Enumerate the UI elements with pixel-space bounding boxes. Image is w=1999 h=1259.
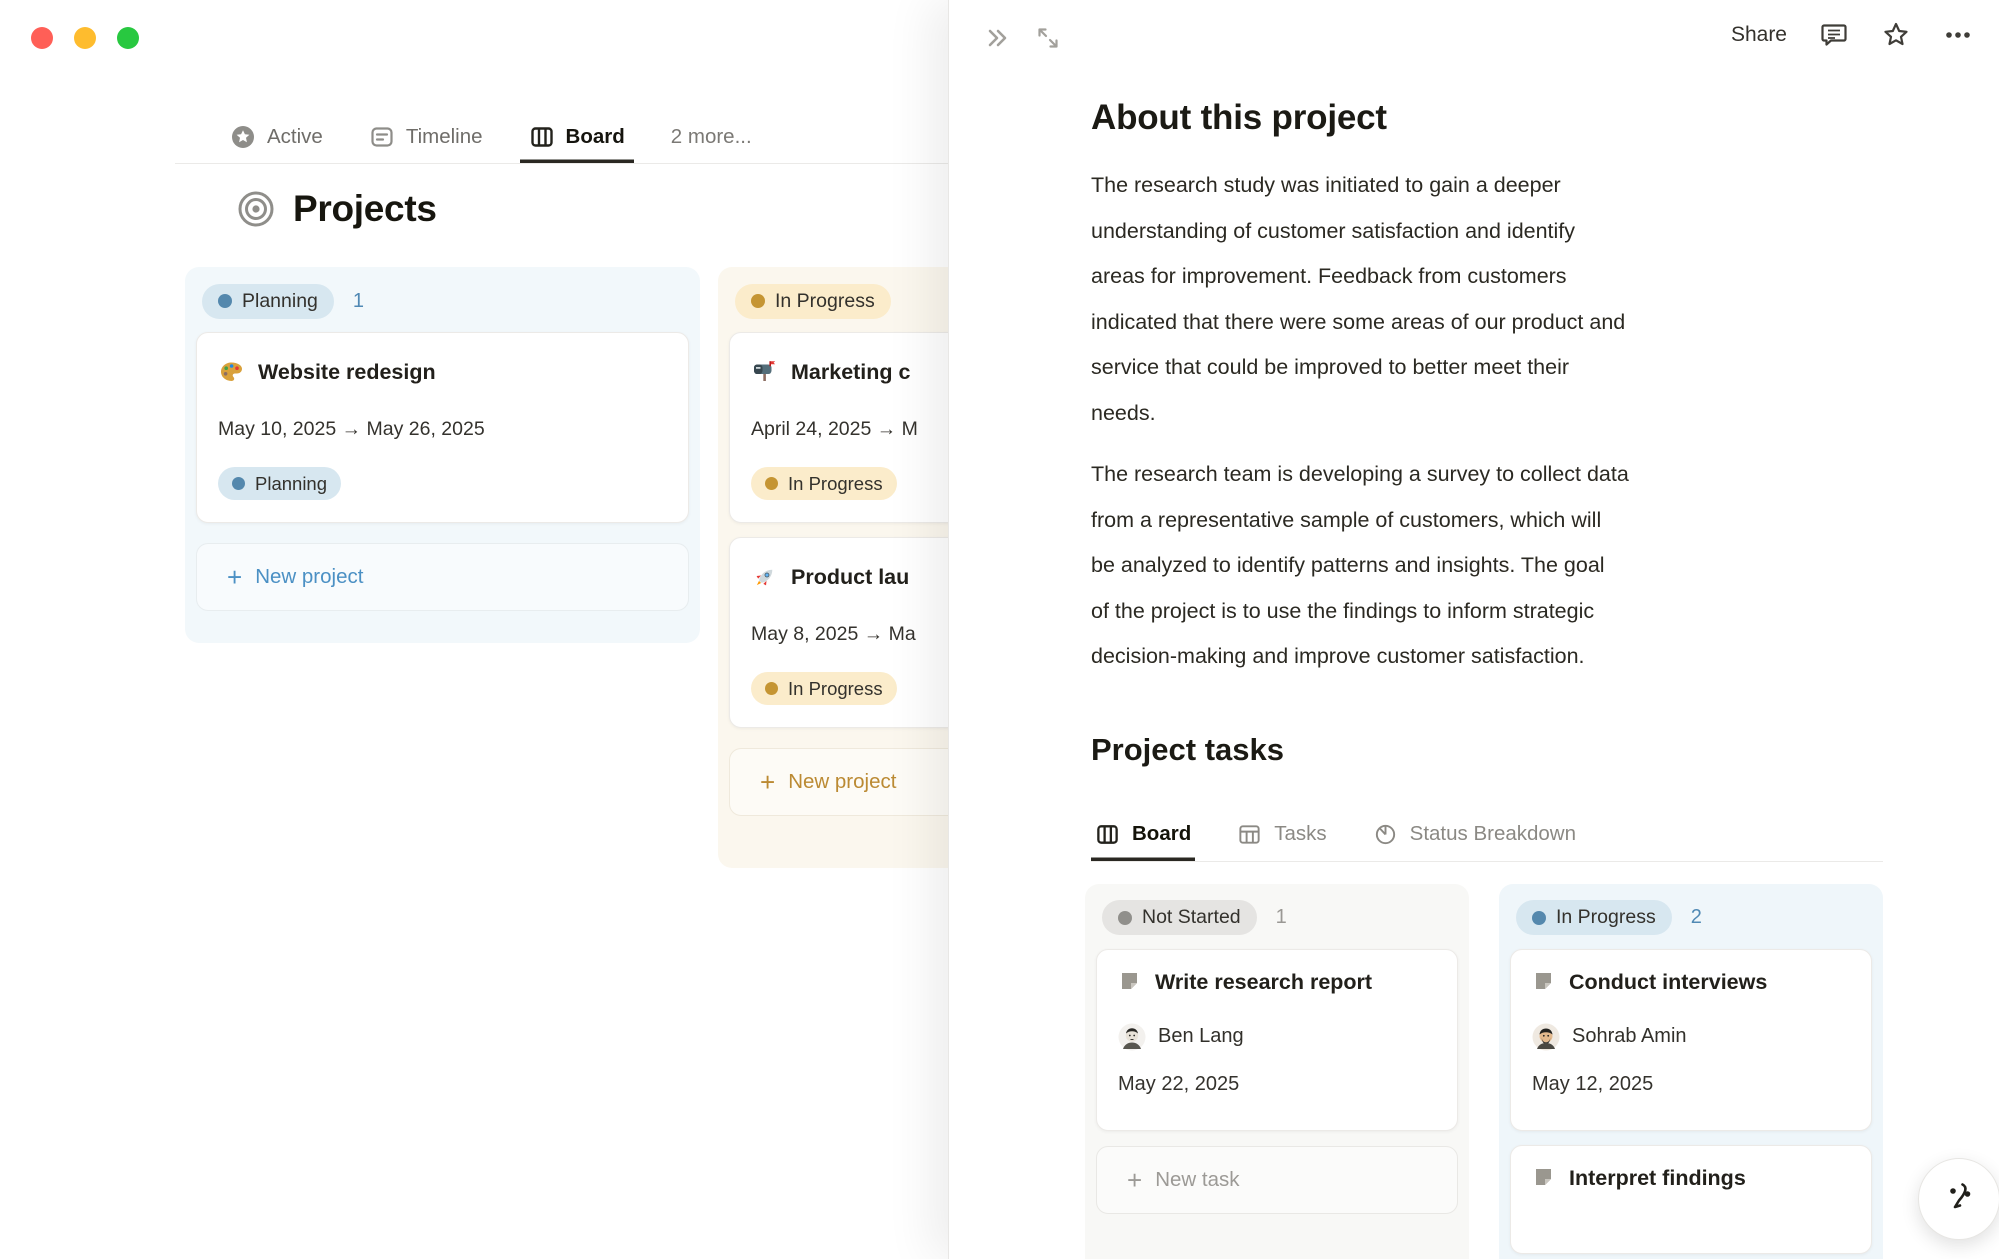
notion-ai-button[interactable] (1918, 1158, 1999, 1240)
card-status-pill: In Progress (751, 672, 897, 705)
board-icon (1095, 822, 1120, 847)
card-status-pill: Planning (218, 467, 341, 500)
timeline-icon (369, 124, 395, 150)
close-window-button[interactable] (31, 27, 53, 49)
card-date: May 12, 2025 (1532, 1073, 1850, 1096)
task-card-conduct-interviews[interactable]: Conduct interviews Sohrab Amin May 12, 2… (1510, 949, 1872, 1131)
tasks-board: Not Started 1 Write research report (1085, 884, 1883, 1259)
peek-content: About this project The research study wa… (1091, 78, 1883, 1259)
table-icon (1237, 822, 1262, 847)
task-card-interpret-findings[interactable]: Interpret findings (1510, 1145, 1872, 1254)
comment-icon[interactable] (1819, 20, 1849, 50)
tab-label: Active (267, 125, 323, 149)
column-not-started: Not Started 1 Write research report (1085, 884, 1469, 1259)
column-planning: Planning 1 Website redesign May 10, 2025… (185, 267, 700, 643)
status-dot (1532, 911, 1546, 925)
card-title: Marketing c (791, 360, 910, 385)
column-header[interactable]: Not Started 1 (1096, 895, 1458, 941)
tab-timeline-view[interactable]: Timeline (360, 110, 492, 163)
task-page-icon (1118, 970, 1142, 994)
assignee-row: Sohrab Amin (1532, 1023, 1850, 1051)
tab-board[interactable]: Board (1091, 808, 1195, 861)
palette-icon (218, 359, 245, 386)
plus-icon: + (760, 769, 775, 795)
assignee-name: Ben Lang (1158, 1025, 1244, 1048)
status-dot (1118, 911, 1132, 925)
minimize-window-button[interactable] (74, 27, 96, 49)
assignee-row: Ben Lang (1118, 1023, 1436, 1051)
new-project-button[interactable]: + New project (196, 543, 689, 611)
status-dot (232, 477, 245, 490)
card-title: Conduct interviews (1569, 970, 1767, 995)
plus-icon: + (227, 564, 242, 590)
view-tab-bar: Active Timeline Board 2 more... (175, 110, 948, 164)
tab-active-view[interactable]: Active (221, 110, 332, 163)
task-card-write-research-report[interactable]: Write research report Ben Lang May 22, 2… (1096, 949, 1458, 1131)
rocket-icon (751, 564, 778, 591)
about-paragraph: The research study was initiated to gain… (1091, 163, 1883, 436)
column-count: 2 (1691, 906, 1702, 929)
tab-tasks[interactable]: Tasks (1233, 808, 1330, 861)
board-icon (529, 124, 555, 150)
page-title: Projects (293, 188, 437, 230)
tab-label: 2 more... (671, 125, 752, 149)
column-count: 1 (353, 290, 364, 313)
status-dot (765, 682, 778, 695)
card-date: May 22, 2025 (1118, 1073, 1436, 1096)
about-paragraph: The research team is developing a survey… (1091, 452, 1883, 680)
star-icon[interactable] (1881, 20, 1911, 50)
pie-chart-icon (1373, 822, 1398, 847)
ben-lang-avatar (1118, 1023, 1146, 1051)
tab-label: Timeline (406, 125, 483, 149)
status-dot (218, 294, 232, 308)
card-title: Interpret findings (1569, 1166, 1746, 1191)
notion-ai-face-icon (1936, 1176, 1982, 1222)
tab-status-breakdown[interactable]: Status Breakdown (1369, 808, 1580, 861)
page-header: Projects (236, 188, 437, 230)
tab-more-views[interactable]: 2 more... (662, 110, 761, 163)
card-title: Website redesign (258, 360, 436, 385)
plus-icon: + (1127, 1167, 1142, 1193)
status-dot (765, 477, 778, 490)
expand-icon[interactable] (1035, 25, 1061, 51)
sohrab-amin-avatar (1532, 1023, 1560, 1051)
card-title: Write research report (1155, 970, 1372, 995)
card-status-pill: In Progress (751, 467, 897, 500)
about-heading: About this project (1091, 98, 1883, 138)
column-header[interactable]: Planning 1 (196, 278, 689, 324)
new-task-button[interactable]: + New task (1096, 1146, 1458, 1214)
status-pill-in-progress: In Progress (735, 284, 891, 319)
target-icon (236, 189, 276, 229)
project-tasks-heading: Project tasks (1091, 732, 1883, 768)
card-date-range: May 10, 2025 → May 26, 2025 (218, 418, 667, 441)
status-pill-not-started: Not Started (1102, 900, 1257, 935)
column-header[interactable]: In Progress 2 (1510, 895, 1872, 941)
share-button[interactable]: Share (1731, 23, 1787, 47)
star-circle-icon (230, 124, 256, 150)
status-pill-in-progress: In Progress (1516, 900, 1672, 935)
window-controls (31, 27, 139, 49)
double-chevron-right-icon[interactable] (983, 24, 1011, 52)
tab-label: Board (566, 125, 625, 149)
column-count: 1 (1276, 906, 1287, 929)
assignee-name: Sohrab Amin (1572, 1025, 1687, 1048)
notion-window: Active Timeline Board 2 more... Projects (0, 0, 1999, 1259)
task-page-icon (1532, 1166, 1556, 1190)
card-title: Product lau (791, 565, 909, 590)
mailbox-icon (751, 359, 778, 386)
task-page-icon (1532, 970, 1556, 994)
zoom-window-button[interactable] (117, 27, 139, 49)
tasks-tab-bar: Board Tasks Status Breakdown (1091, 808, 1883, 862)
column-in-progress: In Progress 2 Conduct interviews (1499, 884, 1883, 1259)
project-card-website-redesign[interactable]: Website redesign May 10, 2025 → May 26, … (196, 332, 689, 523)
status-dot (751, 294, 765, 308)
more-icon[interactable] (1943, 20, 1973, 50)
status-pill-planning: Planning (202, 284, 334, 319)
peek-toolbar-left (983, 24, 1061, 52)
tab-board-view[interactable]: Board (520, 110, 634, 163)
peek-toolbar-right: Share (1731, 20, 1973, 50)
side-peek-panel: Share About this project The research st… (948, 0, 1999, 1259)
